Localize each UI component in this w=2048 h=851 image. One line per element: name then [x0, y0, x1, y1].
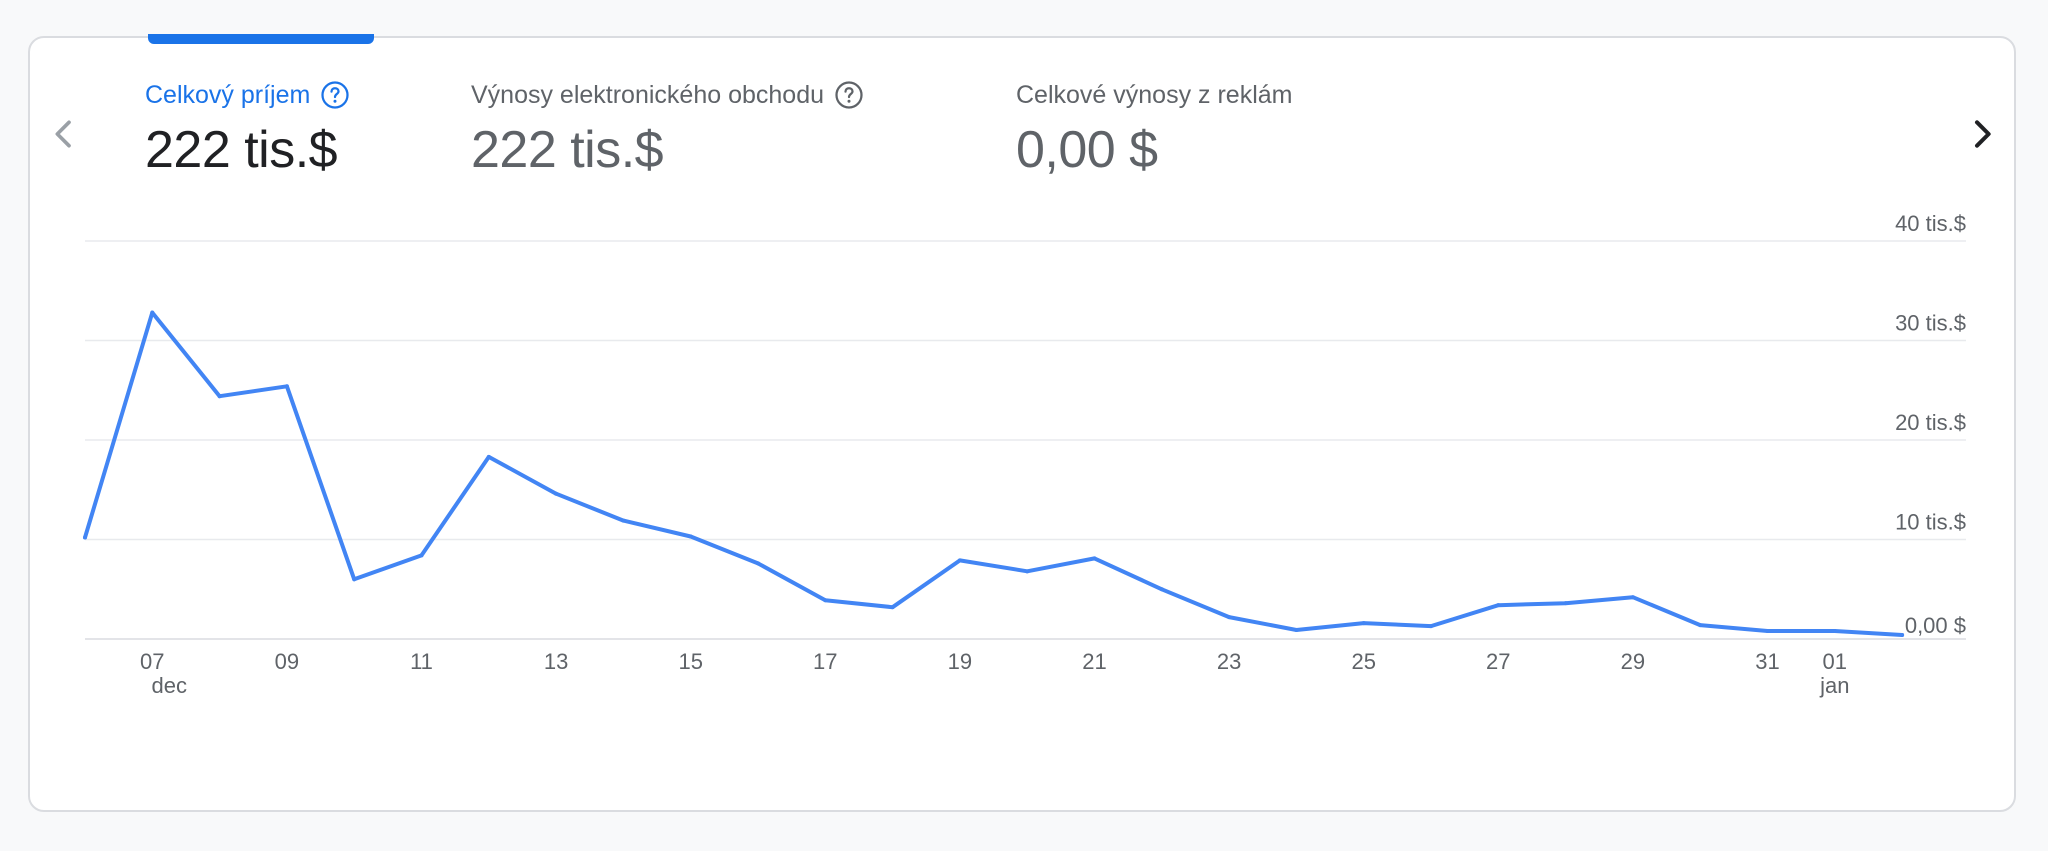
metric-label-text: Celkový príjem	[145, 80, 311, 109]
metric-value: 222 tis.$	[471, 121, 664, 179]
metric-label-text: Celkové výnosy z reklám	[1016, 80, 1293, 109]
metric-label: Celkové výnosy z reklám	[1016, 78, 1292, 112]
help-circle-icon[interactable]	[834, 80, 864, 110]
metric-value: 222 tis.$	[145, 121, 338, 179]
tab-ecommerce-revenue[interactable]: Výnosy elektronického obchodu 222 tis.$	[471, 78, 864, 180]
help-circle-icon[interactable]	[320, 80, 350, 110]
metric-value: 0,00 $	[1016, 121, 1158, 179]
tab-total-revenue[interactable]: Celkový príjem 222 tis.$	[145, 78, 350, 180]
chevron-left-icon[interactable]	[44, 114, 84, 154]
chevron-right-icon[interactable]	[1962, 114, 2002, 154]
metric-label: Celkový príjem	[145, 78, 350, 112]
metric-label-text: Výnosy elektronického obchodu	[471, 80, 825, 109]
metric-label: Výnosy elektronického obchodu	[471, 78, 864, 112]
tab-ad-revenue[interactable]: Celkové výnosy z reklám 0,00 $	[1016, 78, 1292, 180]
active-tab-indicator	[148, 34, 374, 44]
